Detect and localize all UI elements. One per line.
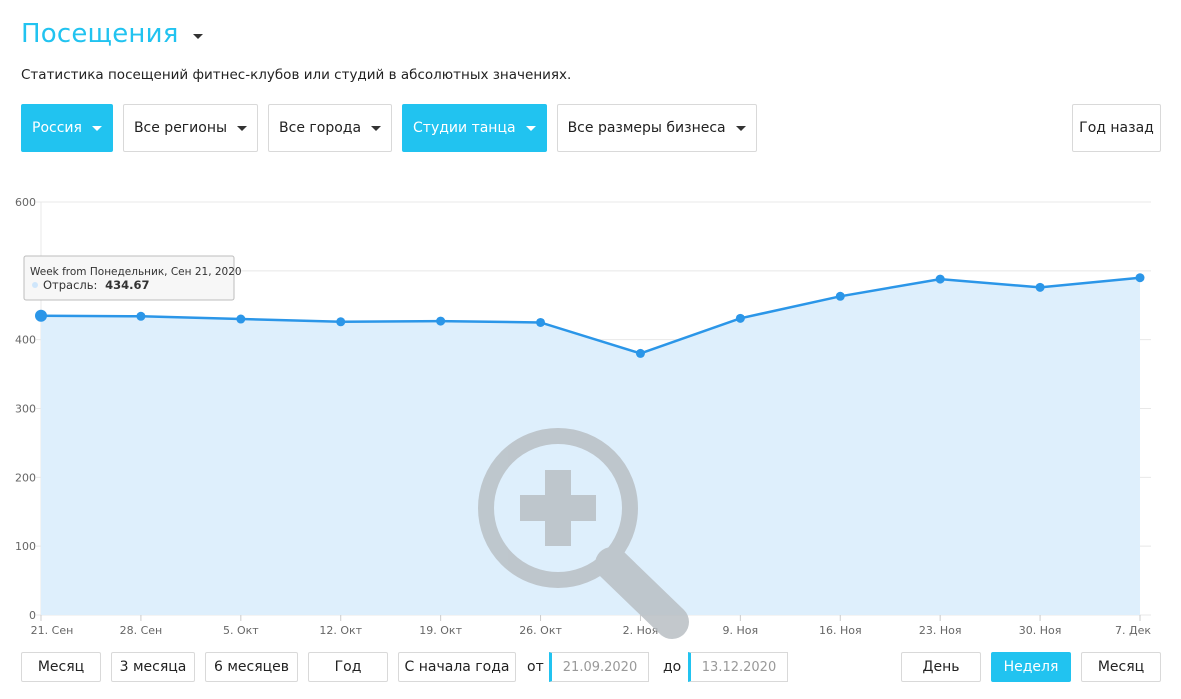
chevron-down-icon: [192, 33, 203, 39]
visits-chart[interactable]: 21. Сен 28. Сен 5. Окт 12. Окт 19. Окт 26. Ок…: [0, 190, 1181, 640]
period-ytd-button[interactable]: С начала года: [398, 652, 516, 682]
data-point[interactable]: [635, 348, 645, 358]
x-tick-label: 9. Ноя: [723, 624, 759, 637]
granularity-day-button[interactable]: День: [901, 652, 981, 682]
x-tick-label: 12. Окт: [319, 624, 362, 637]
city-select-label: Все города: [279, 120, 362, 136]
tooltip-header: Week from Понедельник, Сен 21, 2020: [30, 266, 242, 278]
period-3-months-button[interactable]: 3 месяца: [111, 652, 195, 682]
data-point[interactable]: [835, 291, 845, 301]
region-select[interactable]: Все регионы: [122, 104, 259, 152]
x-axis: 21. Сен 28. Сен 5. Окт 12. Окт 19. Окт 26. Ок…: [31, 615, 1151, 637]
tooltip-series-marker: [32, 282, 38, 288]
granularity-month-button[interactable]: Месяц: [1081, 652, 1161, 682]
data-point[interactable]: [1135, 273, 1145, 283]
x-tick-label: 28. Сен: [120, 624, 163, 637]
tooltip-value: 434.67: [105, 278, 149, 292]
granularity-week-button[interactable]: Неделя: [991, 652, 1071, 682]
chevron-down-icon: [371, 125, 382, 131]
business-size-select-label: Все размеры бизнеса: [567, 120, 726, 136]
chevron-down-icon: [91, 125, 102, 131]
period-month-button[interactable]: Месяц: [21, 652, 101, 682]
tooltip-line: Отрасль: 434.67: [43, 278, 149, 292]
date-to-label: до: [663, 659, 682, 675]
y-tick-label: 100: [15, 540, 36, 553]
x-tick-label: 5. Окт: [223, 624, 259, 637]
data-point[interactable]: [536, 317, 546, 327]
data-point[interactable]: [136, 311, 146, 321]
page-title: Посещения: [21, 19, 179, 49]
data-point[interactable]: [236, 314, 246, 324]
year-back-button[interactable]: Год назад: [1072, 104, 1161, 152]
category-select-label: Студии танца: [413, 120, 516, 136]
period-bar: Месяц 3 месяца 6 месяцев Год С начала го…: [0, 650, 1181, 684]
data-point[interactable]: [735, 313, 745, 323]
y-tick-label: 400: [15, 334, 36, 347]
period-year-button[interactable]: Год: [308, 652, 388, 682]
date-from-input[interactable]: [549, 652, 649, 682]
filter-bar: Россия Все регионы Все города Студии тан…: [21, 104, 757, 152]
chevron-down-icon: [237, 125, 248, 131]
y-tick-label: 600: [15, 196, 36, 209]
city-select[interactable]: Все города: [268, 104, 393, 152]
page-title-dropdown[interactable]: Посещения: [21, 14, 203, 54]
y-tick-label: 200: [15, 471, 36, 484]
chart-tooltip: Week from Понедельник, Сен 21, 2020 Отра…: [23, 255, 242, 301]
period-6-months-button[interactable]: 6 месяцев: [205, 652, 298, 682]
data-point[interactable]: [436, 316, 446, 326]
country-select-label: Россия: [32, 120, 82, 136]
y-tick-label: 0: [29, 609, 36, 622]
region-select-label: Все регионы: [133, 120, 228, 136]
page-subtitle: Статистика посещений фитнес-клубов или с…: [21, 67, 572, 83]
x-tick-label: 30. Ноя: [1019, 624, 1062, 637]
data-point[interactable]: [935, 274, 945, 284]
x-tick-label: 16. Ноя: [819, 624, 862, 637]
data-point[interactable]: [1035, 282, 1045, 292]
x-tick-label: 23. Ноя: [919, 624, 962, 637]
tooltip-series-label: Отрасль:: [43, 278, 97, 292]
y-tick-label: 300: [15, 403, 36, 416]
business-size-select[interactable]: Все размеры бизнеса: [556, 104, 757, 152]
date-to-input[interactable]: [688, 652, 788, 682]
chevron-down-icon: [735, 125, 746, 131]
x-tick-label: 26. Окт: [519, 624, 562, 637]
country-select[interactable]: Россия: [21, 104, 113, 152]
category-select[interactable]: Студии танца: [402, 104, 547, 152]
x-tick-label: 7. Дек: [1115, 624, 1151, 637]
date-from-label: от: [527, 659, 544, 675]
data-point[interactable]: [35, 309, 47, 322]
data-point[interactable]: [336, 317, 346, 327]
x-tick-label: 21. Сен: [31, 624, 74, 637]
x-tick-label: 19. Окт: [419, 624, 462, 637]
chevron-down-icon: [525, 125, 536, 131]
